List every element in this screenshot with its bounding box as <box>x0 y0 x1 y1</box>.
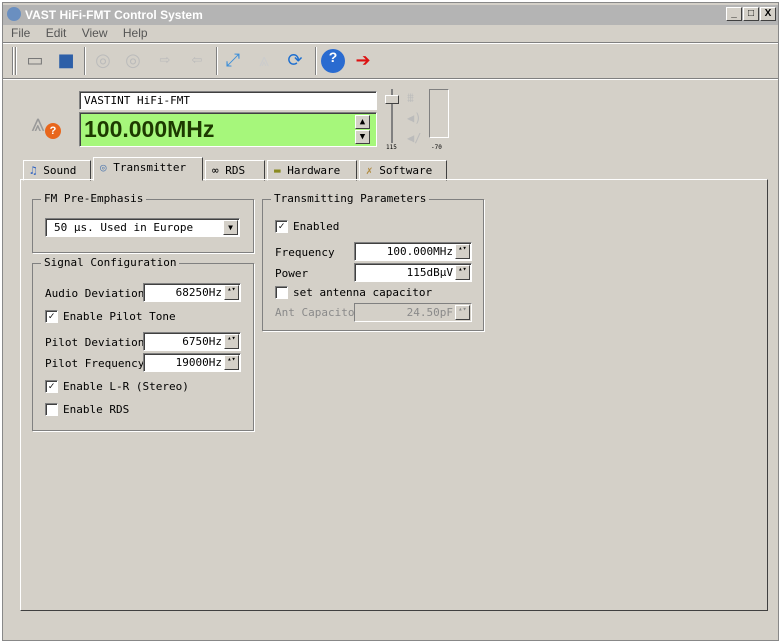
toolbar-separator <box>315 47 317 75</box>
open-icon[interactable]: ▭ <box>23 49 47 73</box>
power-slider-thumb[interactable] <box>385 95 399 104</box>
connect-icon[interactable]: ⤢ <box>221 49 245 73</box>
power-spinner[interactable]: 115dBµV ▴▾ <box>354 263 472 282</box>
toolbar-separator <box>216 47 218 75</box>
signal-icon: ⩩ <box>407 91 414 106</box>
group-title: Transmitting Parameters <box>271 192 430 205</box>
tab-rds[interactable]: ∞ RDS <box>205 160 265 181</box>
refresh-icon[interactable]: ⟳ <box>283 49 307 73</box>
rds-icon: ∞ <box>212 164 219 177</box>
pre-emphasis-select[interactable]: 50 µs. Used in Europe <box>45 218 240 237</box>
pilot-deviation-label: Pilot Deviation <box>45 336 145 349</box>
menu-bar: File Edit View Help <box>11 26 160 40</box>
transmitter-status-icon: ⩓? <box>31 109 61 141</box>
audio-deviation-label: Audio Deviation <box>45 287 145 300</box>
rds-checkbox[interactable] <box>45 403 58 416</box>
pilot-tone-checkbox[interactable]: ✓ <box>45 310 58 323</box>
pilot-frequency-spinner[interactable]: 19000Hz ▴▾ <box>143 353 241 372</box>
music-note-icon: ♫ <box>30 164 37 177</box>
toolbar-grip <box>12 47 14 75</box>
pre-emphasis-group: FM Pre-Emphasis 50 µs. Used in Europe ▼ <box>32 192 254 253</box>
divider <box>3 78 778 80</box>
enabled-label: Enabled <box>293 220 340 233</box>
audio-deviation-spinner[interactable]: 68250Hz ▴▾ <box>143 283 241 302</box>
speaker-icon[interactable]: ◀) <box>407 111 421 125</box>
toolbar-grip <box>15 47 17 75</box>
frequency-up-button[interactable]: ▲ <box>355 115 370 129</box>
upload-icon[interactable]: ◎ <box>91 49 115 73</box>
tools-icon: ✗ <box>366 164 373 177</box>
group-title: Signal Configuration <box>41 256 180 269</box>
pilot-deviation-spinner[interactable]: 6750Hz ▴▾ <box>143 332 241 351</box>
menu-file[interactable]: File <box>11 26 30 40</box>
chip-icon: ▬ <box>274 164 281 177</box>
chevron-down-icon[interactable]: ▼ <box>223 220 238 235</box>
toolbar-separator <box>84 47 86 75</box>
device-name-field[interactable]: VASTINT HiFi-FMT <box>79 91 377 110</box>
rds-label: Enable RDS <box>63 403 130 416</box>
frequency-display[interactable]: 100.000MHz <box>79 112 377 147</box>
mute-icon[interactable]: ◀/ <box>407 131 421 145</box>
close-button[interactable]: X <box>760 7 776 21</box>
forward-icon[interactable]: ⇨ <box>153 49 177 73</box>
tab-hardware[interactable]: ▬ Hardware <box>267 160 357 181</box>
stereo-checkbox[interactable]: ✓ <box>45 380 58 393</box>
slider-min-label: 115 <box>386 144 397 151</box>
antenna-capacitor-checkbox[interactable] <box>275 286 288 299</box>
tab-transmitter[interactable]: ◎ Transmitter <box>93 157 203 181</box>
power-label: Power <box>275 267 309 280</box>
frequency-label: Frequency <box>275 246 335 259</box>
transmitting-params-group: Transmitting Parameters ✓ Enabled Freque… <box>262 192 484 331</box>
download-icon[interactable]: ◎ <box>121 49 145 73</box>
save-icon[interactable]: ■ <box>54 49 78 73</box>
stereo-label: Enable L-R (Stereo) <box>63 380 189 393</box>
minimize-button[interactable]: _ <box>726 7 742 21</box>
antenna-icon[interactable]: ⩓ <box>252 49 276 73</box>
frequency-down-button[interactable]: ▼ <box>355 130 370 144</box>
ant-capacitor-spinner: 24.50pF ▴▾ <box>354 303 472 322</box>
divider <box>3 42 778 44</box>
help-icon[interactable]: ? <box>321 49 345 73</box>
signal-config-group: Signal Configuration Audio Deviation 682… <box>32 256 254 431</box>
antenna-capacitor-check-label: set antenna capacitor <box>293 286 433 299</box>
menu-view[interactable]: View <box>82 26 108 40</box>
ant-capacitor-label: Ant Capacitor <box>275 306 362 319</box>
antenna-icon: ◎ <box>100 161 107 174</box>
group-title: FM Pre-Emphasis <box>41 192 147 205</box>
main-window: VAST HiFi-FMT Control System _ □ X File … <box>2 2 779 641</box>
maximize-button[interactable]: □ <box>743 7 759 21</box>
pilot-tone-label: Enable Pilot Tone <box>63 310 176 323</box>
transmitter-panel: FM Pre-Emphasis 50 µs. Used in Europe ▼ … <box>20 179 768 611</box>
exit-icon[interactable]: ➔ <box>351 49 375 73</box>
enabled-checkbox[interactable]: ✓ <box>275 220 288 233</box>
title-bar: VAST HiFi-FMT Control System <box>3 5 778 25</box>
level-meter <box>429 89 449 138</box>
tab-software[interactable]: ✗ Software <box>359 160 447 181</box>
menu-help[interactable]: Help <box>123 26 148 40</box>
level-label: -70 <box>431 144 442 151</box>
app-icon <box>7 7 21 21</box>
frequency-spinner[interactable]: 100.000MHz ▴▾ <box>354 242 472 261</box>
pilot-frequency-label: Pilot Frequency <box>45 357 145 370</box>
menu-edit[interactable]: Edit <box>46 26 67 40</box>
tab-sound[interactable]: ♫ Sound <box>23 160 91 181</box>
window-title: VAST HiFi-FMT Control System <box>25 8 203 22</box>
back-icon[interactable]: ⇦ <box>185 49 209 73</box>
